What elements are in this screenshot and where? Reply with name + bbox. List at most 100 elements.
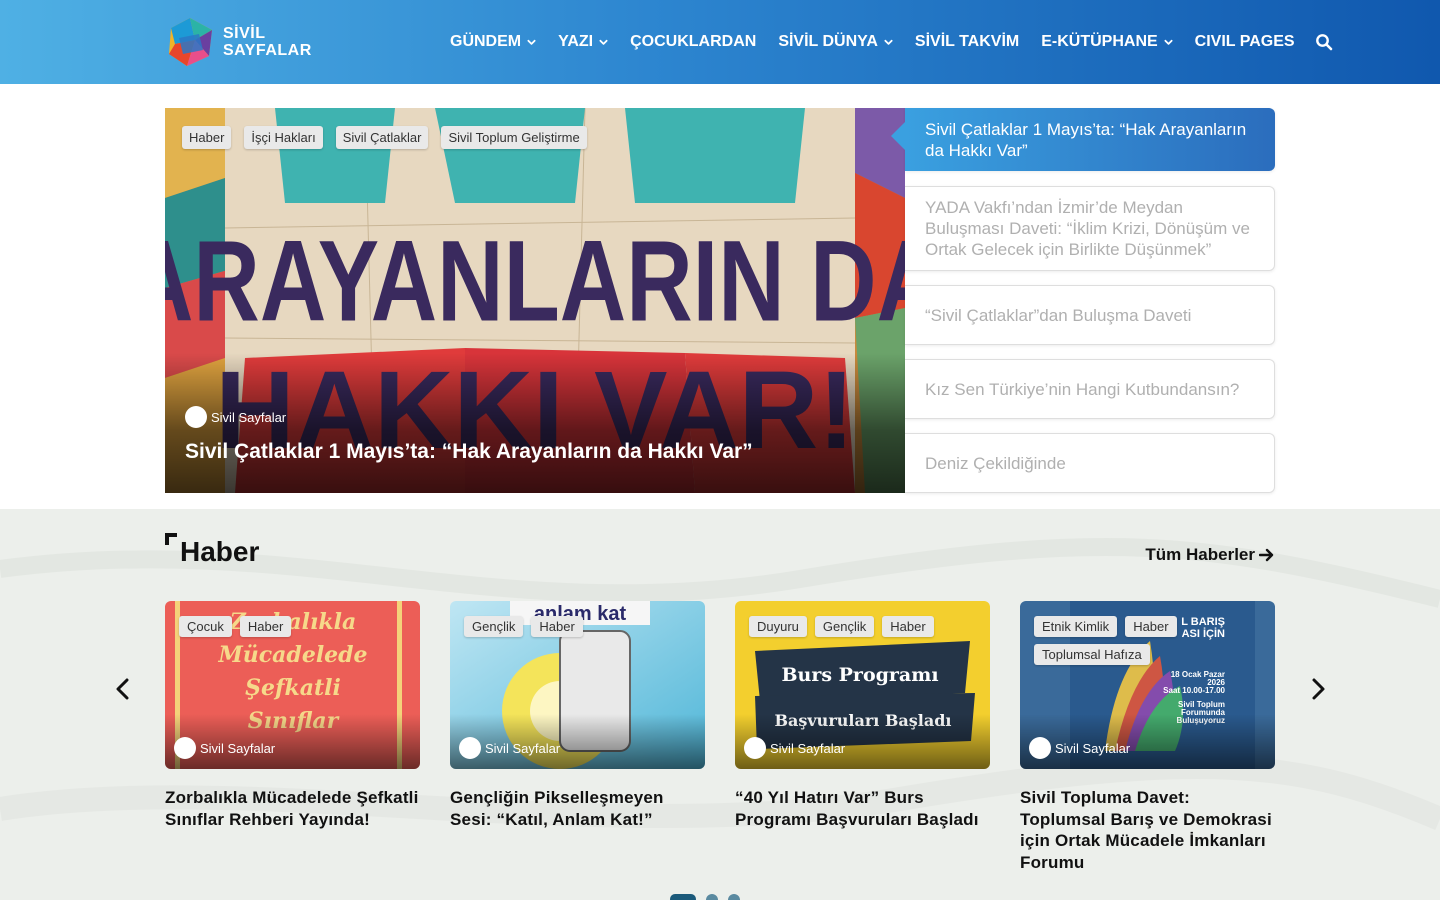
card-image[interactable]: L BARIŞ ASI İÇİN 18 Ocak Pazar 2026 Saat 10.… xyxy=(1020,601,1275,769)
category-tag[interactable]: Çocuk xyxy=(179,616,232,637)
headline-item[interactable]: Kız Sen Türkiye’nin Hangi Kutbundansın? xyxy=(905,359,1275,419)
headline-item-active[interactable]: Sivil Çatlaklar 1 Mayıs’ta: “Hak Arayanl… xyxy=(891,108,1275,171)
pagination-dot[interactable] xyxy=(706,894,718,900)
category-tag[interactable]: Haber xyxy=(1125,616,1177,637)
news-card[interactable]: anlam kat Gençlik Haber Sivil Sayfalar Ge… xyxy=(450,601,705,830)
hero-slide[interactable]: ARAYANLARIN DA HAKKI VAR! Haberİşçi Hakl… xyxy=(165,108,905,493)
search-icon[interactable] xyxy=(1315,33,1333,51)
category-tag[interactable]: Haber xyxy=(882,616,934,637)
logo-line-2: SAYFALAR xyxy=(223,42,312,59)
pagination-dot[interactable] xyxy=(728,894,740,900)
hero-author[interactable]: Sivil Sayfalar xyxy=(185,406,286,428)
card-author[interactable]: Sivil Sayfalar xyxy=(1029,737,1130,759)
news-card[interactable]: ZorbalıklaMücadeledeŞefkatliSınıflar Çoc… xyxy=(165,601,420,830)
card-title[interactable]: Sivil Topluma Davet: Toplumsal Barış ve … xyxy=(1020,787,1275,873)
logo-line-1: SİVİL xyxy=(223,25,266,42)
headline-title: Deniz Çekildiğinde xyxy=(925,453,1066,473)
nav-item-label: E-KÜTÜPHANE xyxy=(1041,33,1158,50)
headline-title: YADA Vakfı’ndan İzmir’de Meydan Buluşmas… xyxy=(925,198,1250,259)
all-news-link[interactable]: Tüm Haberler xyxy=(1145,545,1275,565)
headline-title: Sivil Çatlaklar 1 Mayıs’ta: “Hak Arayanl… xyxy=(925,119,1247,160)
nav-item-label: YAZI xyxy=(558,33,594,50)
hero-image-text-1: ARAYANLARIN DA xyxy=(165,218,905,346)
card-image[interactable]: anlam kat Gençlik Haber Sivil Sayfalar xyxy=(450,601,705,769)
nav-item-label: SİVİL DÜNYA xyxy=(778,33,878,50)
carousel-prev-icon[interactable] xyxy=(113,677,133,701)
card-tag-list: Çocuk Haber xyxy=(179,616,409,637)
category-tag[interactable]: Haber xyxy=(239,616,292,637)
author-avatar xyxy=(174,737,196,759)
nav-item[interactable]: SİVİL TAKVİM xyxy=(915,33,1019,51)
category-tag[interactable]: Duyuru xyxy=(749,616,807,637)
nav-item-label: SİVİL TAKVİM xyxy=(914,33,1020,50)
category-tag[interactable]: Sivil Çatlaklar xyxy=(335,126,429,149)
chevron-down-icon xyxy=(527,39,536,45)
card-author-name: Sivil Sayfalar xyxy=(485,740,561,756)
card-image[interactable]: Burs Programı Başvuruları Başladı Duyuru… xyxy=(735,601,990,769)
haber-section: Haber Tüm Haberler Zorbalıkla Mücadelede Ş… xyxy=(0,509,1440,900)
section-title: Haber xyxy=(180,536,260,567)
card-image-text: Saat 10.00-17.00 xyxy=(1163,686,1225,695)
chevron-down-icon xyxy=(1164,39,1173,45)
category-tag[interactable]: İşçi Hakları xyxy=(244,126,323,149)
card-tag-list: Duyuru Gençlik Haber xyxy=(749,616,979,637)
card-tag-list: Etnik Kimlik Haber Toplumsal Hafıza xyxy=(1034,616,1264,665)
site-header: SİVİL SAYFALAR GÜNDEM YAZI ÇOCUKLARDAN SİVİ… xyxy=(0,0,1440,84)
category-tag[interactable]: Etnik Kimlik xyxy=(1034,616,1118,637)
headline-title: “Sivil Çatlaklar”dan Buluşma Daveti xyxy=(925,305,1192,325)
category-tag[interactable]: Haber xyxy=(531,616,583,637)
card-title[interactable]: Zorbalıkla Mücadelede Şefkatli Sınıflar … xyxy=(165,787,420,830)
card-author[interactable]: Sivil Sayfalar xyxy=(174,737,275,759)
logo-mark-icon xyxy=(169,18,212,66)
card-author[interactable]: Sivil Sayfalar xyxy=(744,737,845,759)
card-author-name: Sivil Sayfalar xyxy=(200,740,276,756)
news-card[interactable]: L BARIŞ ASI İÇİN 18 Ocak Pazar 2026 Saat 10.… xyxy=(1020,601,1275,873)
card-tag-list: Gençlik Haber xyxy=(464,616,694,637)
carousel-next-icon[interactable] xyxy=(1308,677,1328,701)
card-image-text: Şefkatli xyxy=(245,675,341,701)
headline-item[interactable]: YADA Vakfı’ndan İzmir’de Meydan Buluşmas… xyxy=(905,186,1275,271)
nav-item[interactable]: CIVIL PAGES xyxy=(1195,33,1295,51)
author-avatar xyxy=(1029,737,1051,759)
nav-item-label: CIVIL PAGES xyxy=(1194,33,1295,50)
card-title[interactable]: Gençliğin Pikselleşmeyen Sesi: “Katıl, A… xyxy=(450,787,705,830)
card-title[interactable]: “40 Yıl Hatırı Var” Burs Programı Başvur… xyxy=(735,787,990,830)
all-news-label: Tüm Haberler xyxy=(1145,545,1255,564)
hero-title[interactable]: Sivil Çatlaklar 1 Mayıs’ta: “Hak Arayanl… xyxy=(185,440,753,464)
category-tag[interactable]: Gençlik xyxy=(814,616,875,637)
author-avatar xyxy=(185,406,207,428)
arrow-right-icon xyxy=(1259,548,1274,562)
section-title-corner xyxy=(165,533,177,545)
card-image[interactable]: ZorbalıklaMücadeledeŞefkatliSınıflar Çoc… xyxy=(165,601,420,769)
news-card[interactable]: Burs Programı Başvuruları Başladı Duyuru… xyxy=(735,601,990,830)
category-tag[interactable]: Gençlik xyxy=(464,616,524,637)
svg-text:Burs Programı: Burs Programı xyxy=(781,664,938,686)
chevron-down-icon xyxy=(599,39,608,45)
card-author-name: Sivil Sayfalar xyxy=(770,740,846,756)
category-tag[interactable]: Toplumsal Hafıza xyxy=(1034,644,1150,665)
main-nav: GÜNDEM YAZI ÇOCUKLARDAN SİVİL DÜNYA SİVİL TA… xyxy=(450,30,1333,54)
nav-item[interactable]: YAZI xyxy=(558,33,608,51)
nav-item[interactable]: GÜNDEM xyxy=(450,33,536,51)
nav-item[interactable]: E-KÜTÜPHANE xyxy=(1041,33,1173,51)
headline-item[interactable]: Deniz Çekildiğinde xyxy=(905,433,1275,493)
hero-author-name: Sivil Sayfalar xyxy=(211,409,287,425)
author-avatar xyxy=(459,737,481,759)
nav-item[interactable]: SİVİL DÜNYA xyxy=(778,33,893,51)
site-logo[interactable]: SİVİL SAYFALAR xyxy=(165,15,315,69)
hero-tag-list: Haber İşçi Hakları Sivil Çatlaklar Sivil To… xyxy=(182,126,600,149)
headline-title: Kız Sen Türkiye’nin Hangi Kutbundansın? xyxy=(925,379,1240,399)
nav-item-label: ÇOCUKLARDAN xyxy=(630,33,757,50)
nav-item[interactable]: ÇOCUKLARDAN xyxy=(630,33,756,51)
carousel-pagination xyxy=(670,894,740,900)
headline-item[interactable]: “Sivil Çatlaklar”dan Buluşma Daveti xyxy=(905,285,1275,345)
nav-item-label: GÜNDEM xyxy=(450,33,522,50)
card-author[interactable]: Sivil Sayfalar xyxy=(459,737,560,759)
category-tag[interactable]: Sivil Toplum Geliştirme xyxy=(441,126,587,149)
category-tag[interactable]: Haber xyxy=(182,126,232,149)
card-author-name: Sivil Sayfalar xyxy=(1055,740,1131,756)
card-image-text: Mücadelede xyxy=(217,642,367,668)
pagination-dot[interactable] xyxy=(670,894,696,900)
chevron-down-icon xyxy=(884,39,893,45)
author-avatar xyxy=(744,737,766,759)
